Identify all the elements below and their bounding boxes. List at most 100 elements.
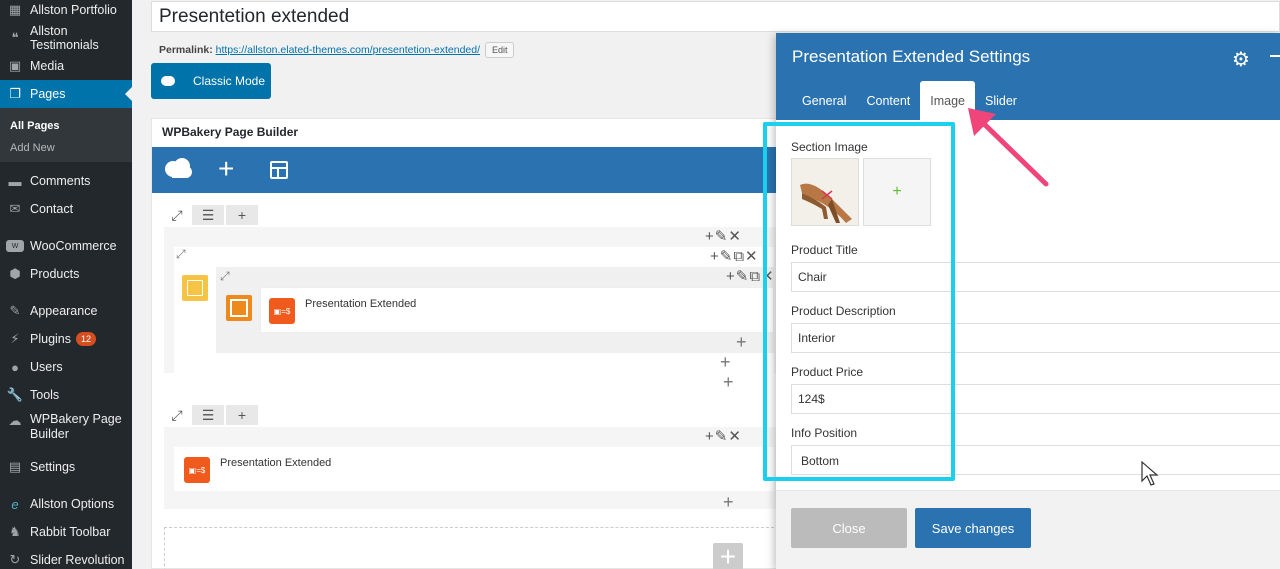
sidebar-item-label: Allston Portfolio — [30, 3, 117, 17]
mouse-cursor-icon — [1141, 461, 1159, 486]
element-card[interactable]: ▣=$ Presentation Extended — [260, 287, 774, 333]
column-expand-icon[interactable]: ⤢ — [176, 247, 186, 262]
wpbakery-toolbar: + — [152, 147, 792, 193]
row-expand-icon[interactable]: ⤢ — [164, 405, 190, 425]
sidebar-item-label: Plugins — [30, 332, 71, 346]
pages-icon: ❐ — [9, 86, 21, 101]
cloud-icon — [161, 76, 175, 86]
post-title-input[interactable] — [151, 1, 1280, 32]
sidebar-item-label: Pages — [30, 87, 66, 101]
sidebar-item-label: Slider Revolution — [30, 553, 125, 567]
row-actions-icon[interactable]: +✎✕ — [705, 427, 742, 445]
row-1: +✎✕ ⤢ +✎⧉✕ ⤢ +✎⧉✕ ▣=$ Presentation Exten… — [164, 227, 792, 373]
presentation-element-icon: ▣=$ — [269, 298, 295, 324]
wrench-icon: 🔧 — [6, 387, 24, 402]
wpbakery-logo-icon[interactable] — [164, 157, 194, 179]
quote-icon: ❝ — [11, 30, 19, 45]
templates-icon[interactable] — [270, 161, 288, 179]
sidebar-item-label: Allston Options — [30, 497, 115, 511]
pointer-arrow-icon — [968, 108, 1049, 187]
add-row-icon[interactable]: + — [713, 543, 743, 569]
inner-add-icon[interactable]: + — [736, 333, 747, 351]
sidebar-item-wpbakery[interactable]: ☁ WPBakery Page Builder — [0, 409, 132, 445]
permalink-bar: Permalink: https://allston.elated-themes… — [159, 42, 515, 58]
row-expand-icon[interactable]: ⤢ — [164, 205, 190, 225]
sidebar-item-slider-revolution[interactable]: ↻ Slider Revolution — [0, 546, 132, 569]
sidebar-item-label: Rabbit Toolbar — [30, 525, 111, 539]
plugins-update-badge: 12 — [76, 332, 97, 346]
column-add-icon[interactable]: + — [723, 493, 734, 511]
comment-icon: ▬ — [8, 173, 22, 189]
gear-icon[interactable]: ⚙ — [1232, 47, 1250, 72]
classic-mode-label: Classic Mode — [193, 74, 266, 88]
cloud-icon: ☁ — [8, 413, 22, 428]
row-add-icon[interactable]: + — [226, 405, 258, 425]
woo-icon: W — [6, 240, 24, 252]
sidebar-item-plugins[interactable]: ⚡ Plugins 12 — [0, 325, 132, 353]
sidebar-item-label: Tools — [30, 388, 60, 402]
submenu-add-new[interactable]: Add New — [10, 142, 55, 154]
modal-title: Presentation Extended Settings — [792, 47, 1031, 66]
row-layout-icon[interactable]: ☰ — [192, 205, 224, 225]
row-layout-icon[interactable]: ☰ — [192, 405, 224, 425]
sidebar-item-contact[interactable]: ✉ Contact — [0, 195, 132, 223]
column-1: ⤢ +✎⧉✕ ⤢ +✎⧉✕ ▣=$ Presentation Extended … — [174, 247, 774, 373]
wpbakery-panel: WPBakery Page Builder + ⤢ ☰ + +✎✕ ⤢ +✎⧉✕… — [151, 118, 792, 569]
inner-column-icon — [226, 295, 252, 321]
modal-footer: Close Save changes — [776, 490, 1280, 569]
classic-mode-button[interactable]: Classic Mode — [151, 63, 271, 99]
settings-icon: ▤ — [8, 459, 22, 474]
add-row-dropzone[interactable] — [164, 527, 784, 569]
sidebar-item-label: WPBakery Page Builder — [30, 412, 122, 442]
column-add-icon[interactable]: + — [720, 353, 731, 371]
permalink-edit-button[interactable]: Edit — [484, 42, 515, 58]
save-changes-button[interactable]: Save changes — [915, 508, 1031, 548]
presentation-element-icon: ▣=$ — [184, 457, 210, 483]
inner-row-icon — [182, 275, 208, 301]
user-icon: ● — [11, 359, 19, 375]
sidebar-item-media[interactable]: ▣ Media — [0, 52, 132, 80]
sidebar-item-allston-portfolio[interactable]: ▦ Allston Portfolio — [0, 0, 132, 24]
sidebar-item-label: Users — [30, 360, 63, 374]
refresh-icon: ↻ — [9, 552, 21, 567]
tab-content[interactable]: Content — [856, 81, 920, 120]
minimize-icon[interactable] — [1270, 55, 1280, 57]
admin-sidebar: ▦ Allston Portfolio ❝ Allston Testimonia… — [0, 0, 132, 569]
rabbit-icon: ♞ — [9, 524, 21, 539]
sidebar-item-tools[interactable]: 🔧 Tools — [0, 381, 132, 409]
inner-row: ⤢ +✎⧉✕ ▣=$ Presentation Extended + — [216, 267, 774, 353]
add-element-icon[interactable]: + — [218, 155, 234, 183]
sidebar-item-users[interactable]: ● Users — [0, 353, 132, 381]
sidebar-item-allston-testimonials[interactable]: ❝ Allston Testimonials — [0, 24, 132, 52]
sidebar-item-products[interactable]: ⬢ Products — [0, 260, 132, 288]
box-icon: ⬢ — [9, 266, 21, 281]
sidebar-item-allston-options[interactable]: e Allston Options — [0, 490, 132, 518]
sidebar-item-label: Products — [30, 267, 80, 281]
sidebar-item-label: Appearance — [30, 304, 98, 318]
sidebar-item-settings[interactable]: ▤ Settings — [0, 453, 132, 481]
sidebar-item-pages[interactable]: ❐ Pages — [0, 80, 132, 108]
row-add-icon-bottom[interactable]: + — [723, 373, 734, 391]
mail-icon: ✉ — [9, 201, 21, 216]
permalink-label: Permalink: — [159, 43, 213, 56]
sidebar-item-appearance[interactable]: ✎ Appearance — [0, 297, 132, 325]
sidebar-item-rabbit-toolbar[interactable]: ♞ Rabbit Toolbar — [0, 518, 132, 546]
inner-expand-icon[interactable]: ⤢ — [220, 269, 230, 284]
row-add-icon[interactable]: + — [226, 205, 258, 225]
sidebar-item-label: Media — [30, 59, 65, 73]
plug-icon: ⚡ — [10, 331, 20, 346]
sidebar-item-label: WooCommerce — [30, 239, 117, 253]
submenu-all-pages[interactable]: All Pages — [10, 120, 60, 132]
tab-general[interactable]: General — [792, 81, 856, 120]
sidebar-item-label: Settings — [30, 460, 76, 474]
column-actions-icon[interactable]: +✎⧉✕ — [710, 247, 759, 265]
row-2: +✎✕ ▣=$ Presentation Extended + — [164, 427, 792, 511]
row-actions-icon[interactable]: +✎✕ — [705, 227, 742, 245]
sidebar-item-label: Allston Testimonials — [30, 24, 99, 52]
wpbakery-label-line2: Builder — [30, 427, 69, 441]
sidebar-item-comments[interactable]: ▬ Comments — [0, 167, 132, 195]
sidebar-item-woocommerce[interactable]: W WooCommerce — [0, 232, 132, 260]
permalink-link[interactable]: https://allston.elated-themes.com/presen… — [216, 44, 480, 56]
close-button[interactable]: Close — [791, 508, 907, 548]
highlight-box — [763, 122, 955, 481]
